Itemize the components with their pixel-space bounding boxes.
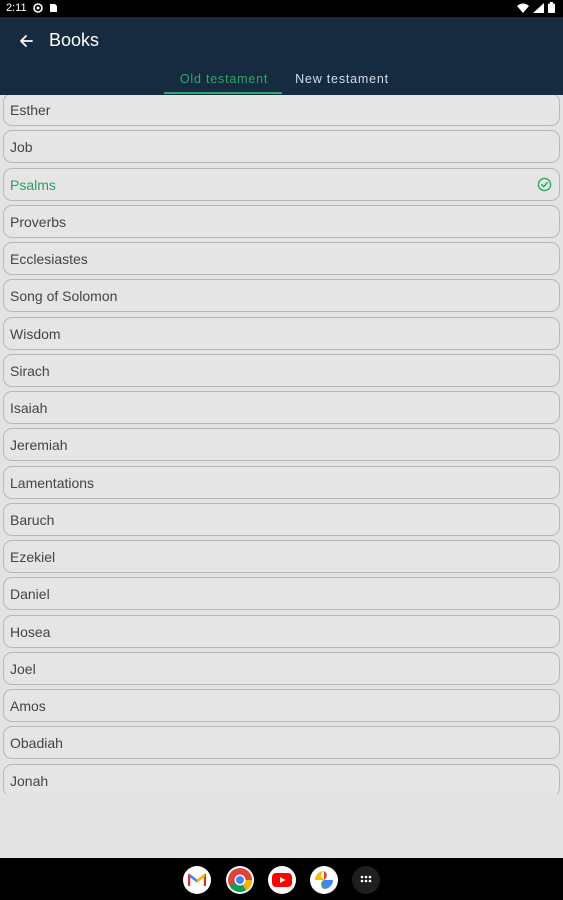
book-name: Ezekiel <box>10 549 56 565</box>
list-item[interactable]: Song of Solomon <box>3 279 560 313</box>
app-drawer-icon[interactable] <box>352 866 380 894</box>
book-name: Wisdom <box>10 325 61 342</box>
list-item[interactable]: Psalms <box>3 167 560 201</box>
book-name: Ecclesiastes <box>10 251 88 267</box>
book-name: Jeremiah <box>10 437 68 454</box>
list-item[interactable]: Amos <box>3 689 560 722</box>
book-name: Amos <box>10 698 46 714</box>
tab-new-testament[interactable]: New testament <box>286 72 398 95</box>
book-name: Sirach <box>10 362 50 379</box>
list-item[interactable]: Baruch <box>3 502 560 536</box>
book-name: Job <box>10 139 33 156</box>
status-bar: 2:11 <box>0 0 563 17</box>
tab-indicator <box>164 92 282 94</box>
book-list[interactable]: Esther Job Psalms Proverbs Ecclesiastes Song … <box>0 95 563 794</box>
signal-icon <box>533 2 544 13</box>
chrome-icon[interactable] <box>226 866 254 894</box>
list-item[interactable]: Esther <box>3 95 560 126</box>
status-right <box>517 2 555 13</box>
page-title: Books <box>49 30 100 50</box>
app-bar: Books Old testament New testament <box>0 17 563 95</box>
book-name: Hosea <box>10 623 51 640</box>
list-item[interactable]: Isaiah <box>3 391 560 424</box>
list-item[interactable]: Wisdom <box>3 316 560 350</box>
list-item[interactable]: Job <box>3 130 560 164</box>
list-item[interactable]: Ezekiel <box>3 540 560 573</box>
notification-circle-icon <box>33 3 43 13</box>
youtube-icon[interactable] <box>268 866 296 894</box>
book-name: Jonah <box>10 772 49 789</box>
book-name: Daniel <box>10 586 50 603</box>
list-item[interactable]: Hosea <box>3 614 560 648</box>
status-time: 2:11 <box>6 2 27 14</box>
list-item[interactable]: Sirach <box>3 353 560 387</box>
screen: 2:11 Books Old testament New testament E… <box>0 0 563 900</box>
back-button[interactable] <box>14 29 38 53</box>
book-name: Song of Solomon <box>10 288 118 305</box>
check-circle-icon <box>537 177 552 191</box>
list-item[interactable]: Ecclesiastes <box>3 242 560 275</box>
book-name: Proverbs <box>10 213 67 230</box>
book-name: Lamentations <box>10 474 95 491</box>
sim-card-icon <box>50 4 57 12</box>
book-name: Isaiah <box>10 400 48 416</box>
wifi-icon <box>517 3 529 13</box>
gmail-icon[interactable] <box>183 866 211 894</box>
list-item[interactable]: Jonah <box>3 763 560 794</box>
list-item[interactable]: Lamentations <box>3 465 560 499</box>
book-name: Baruch <box>10 511 55 528</box>
list-item[interactable]: Daniel <box>3 577 560 611</box>
photos-icon[interactable] <box>310 866 338 894</box>
battery-icon <box>548 2 555 13</box>
book-name: Obadiah <box>10 735 63 752</box>
list-item[interactable]: Joel <box>3 651 560 685</box>
list-item[interactable]: Jeremiah <box>3 428 560 462</box>
testament-tabs: Old testament New testament <box>0 70 563 95</box>
book-name: Joel <box>10 660 36 677</box>
list-item[interactable]: Obadiah <box>3 726 560 760</box>
navigation-bar <box>0 858 563 900</box>
book-name: Psalms <box>10 176 56 193</box>
arrow-back-icon <box>20 35 33 47</box>
list-item[interactable]: Proverbs <box>3 204 560 238</box>
book-name: Esther <box>10 102 51 118</box>
